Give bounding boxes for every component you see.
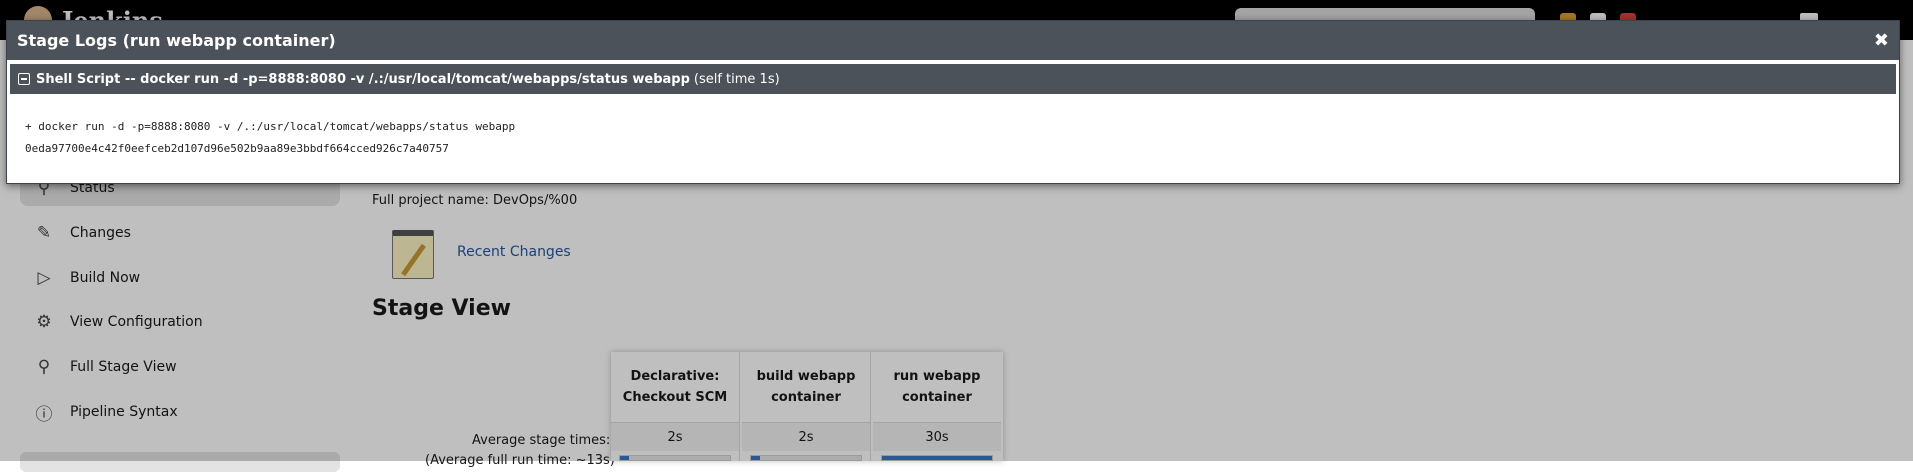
- stage-logs-dialog: Stage Logs (run webapp container) ✖ Shel…: [6, 20, 1900, 184]
- log-step-header[interactable]: Shell Script -- docker run -d -p=8888:80…: [10, 64, 1896, 94]
- step-label: Shell Script -- docker run -d -p=8888:80…: [36, 71, 690, 87]
- close-icon[interactable]: ✖: [1874, 30, 1889, 51]
- log-line: 0eda97700e4c42f0eefceb2d107d96e502b9aa89…: [25, 142, 449, 155]
- log-output: + docker run -d -p=8888:8080 -v /.:/usr/…: [7, 94, 1899, 160]
- step-self-time: (self time 1s): [693, 71, 780, 87]
- dialog-header: Stage Logs (run webapp container) ✖: [7, 21, 1899, 60]
- collapse-icon[interactable]: [18, 73, 30, 85]
- log-line: + docker run -d -p=8888:8080 -v /.:/usr/…: [25, 120, 516, 133]
- dialog-title: Stage Logs (run webapp container): [17, 31, 336, 50]
